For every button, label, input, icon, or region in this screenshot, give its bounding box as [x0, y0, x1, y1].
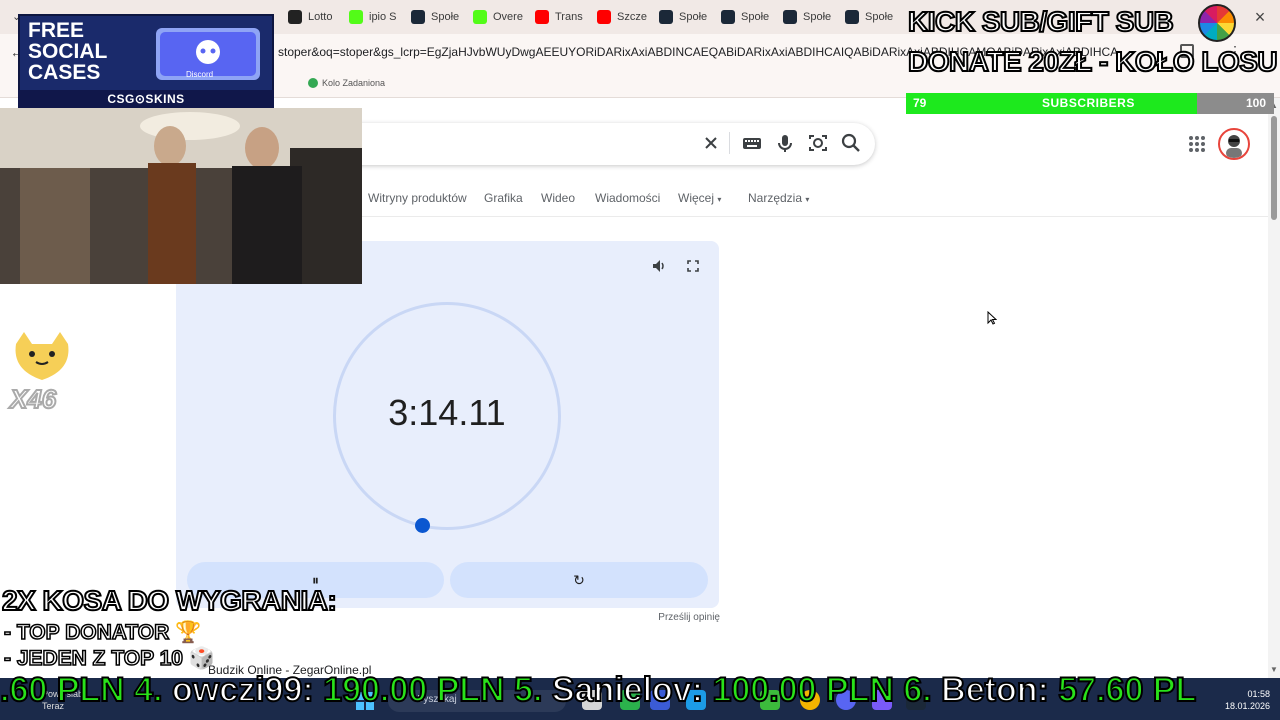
tab-tools[interactable]: Narzędzia ▾ — [748, 191, 809, 205]
ticker-segment: .60 PLN — [0, 671, 135, 710]
tab-label: Overe — [493, 11, 523, 23]
sponsor-discord-label: Discord — [186, 70, 214, 79]
browser-tab[interactable]: Społe — [783, 6, 841, 28]
webcam-overlay — [0, 108, 362, 284]
stopwatch-time: 3:14.11 — [388, 392, 506, 433]
close-tab-icon[interactable]: × — [1250, 7, 1270, 27]
tab-favicon-icon — [411, 10, 425, 24]
tab-favicon-icon — [783, 10, 797, 24]
browser-tab[interactable]: Społe — [411, 6, 469, 28]
account-avatar[interactable] — [1218, 128, 1250, 160]
bookmark-favicon — [308, 78, 318, 88]
browser-tab[interactable]: Overe — [473, 6, 531, 28]
tab-favicon-icon — [659, 10, 673, 24]
subscriber-goal: 100 — [1246, 96, 1267, 110]
cat-counter: X46 — [9, 383, 57, 415]
bookmark-item[interactable]: Kolo Zadaniona — [322, 78, 385, 88]
tab-favicon-icon — [288, 10, 302, 24]
donation-ticker: .60 PLN 4. owczi99: 190.00 PLN 5. Saniel… — [0, 671, 1280, 715]
cat-emote-icon — [10, 330, 74, 384]
ticker-segment: 100.00 PLN — [711, 671, 904, 710]
tab-tools-label: Narzędzia — [748, 191, 803, 205]
voice-search-icon[interactable] — [774, 132, 796, 154]
kick-sub-text: KICK SUB/GIFT SUB — [907, 5, 1175, 38]
tab-label: Społe — [431, 11, 460, 23]
prize-wheel-icon — [1198, 4, 1236, 42]
donate-wheel-text: DONATE 20ZŁ - KOŁO LOSU — [907, 45, 1279, 78]
tab-label: Społe — [741, 11, 770, 23]
ticker-segment: 57.60 PL — [1057, 671, 1197, 710]
browser-tab[interactable]: Społe — [721, 6, 779, 28]
ticker-segment: 4. — [133, 671, 172, 710]
tab-label: Społe — [679, 11, 708, 23]
sponsor-brand: CSG⊙SKINS — [18, 90, 274, 108]
search-divider — [729, 132, 730, 154]
tab-favicon-icon — [721, 10, 735, 24]
ticker-segment: 190.00 PLN — [322, 671, 515, 710]
tab-favicon-icon — [473, 10, 487, 24]
tab-label: Szcze — [617, 11, 647, 23]
tab-label: Lotto — [308, 11, 333, 23]
tab-video[interactable]: Wideo — [541, 191, 575, 205]
sponsor-headline: FREE SOCIAL CASES — [28, 20, 138, 83]
tab-news[interactable]: Wiadomości — [595, 191, 660, 205]
tab-favicon-icon — [535, 10, 549, 24]
search-icon[interactable] — [840, 132, 862, 154]
giveaway-rule-2: - JEDEN Z TOP 10 🎲 — [3, 646, 215, 671]
browser-tab[interactable]: Społe — [845, 6, 903, 28]
reset-button[interactable]: ↻ — [450, 562, 708, 598]
browser-tab[interactable]: Lotto — [288, 6, 346, 28]
chevron-down-icon: ▾ — [805, 195, 810, 204]
chevron-down-icon: ▾ — [717, 195, 722, 204]
mouse-cursor-icon — [987, 310, 998, 325]
tab-label: ipio S — [369, 11, 397, 23]
ticker-segment: Sanielov: — [551, 671, 713, 710]
lens-search-icon[interactable] — [807, 132, 829, 154]
browser-tab[interactable]: Szcze — [597, 6, 655, 28]
sponsor-line-3: CASES — [28, 61, 101, 84]
feedback-link[interactable]: Prześlij opinię — [620, 612, 720, 623]
tab-shopping-sites[interactable]: Witryny produktów — [368, 191, 467, 205]
tab-more[interactable]: Więcej ▾ — [678, 191, 721, 205]
giveaway-headline: 2X KOSA DO WYGRANIA: — [1, 584, 338, 617]
subscriber-count: 79 — [913, 96, 927, 110]
keyboard-icon[interactable] — [741, 132, 763, 154]
sponsor-line-2: SOCIAL — [28, 40, 108, 63]
ticker-segment: 5. — [513, 671, 552, 710]
scrollbar-thumb[interactable] — [1271, 116, 1277, 220]
tab-label: Trans — [555, 11, 583, 23]
tab-images[interactable]: Grafika — [484, 191, 523, 205]
sponsor-line-1: FREE — [28, 19, 85, 42]
tab-favicon-icon — [597, 10, 611, 24]
sound-icon[interactable] — [651, 258, 667, 274]
tab-more-label: Więcej — [678, 191, 715, 205]
ticker-segment: Beton: — [940, 671, 1059, 710]
browser-tab[interactable]: ipio S — [349, 6, 407, 28]
tab-favicon-icon — [349, 10, 363, 24]
fullscreen-icon[interactable] — [685, 258, 701, 274]
tab-label: Społe — [865, 11, 894, 23]
clear-search-icon[interactable] — [700, 132, 722, 154]
ticker-segment: owczi99: — [171, 671, 324, 710]
browser-tab[interactable]: Trans — [535, 6, 593, 28]
subscriber-label: SUBSCRIBERS — [1042, 96, 1135, 110]
giveaway-rule-1: - TOP DONATOR 🏆 — [3, 620, 202, 645]
google-apps-icon[interactable] — [1188, 135, 1206, 153]
tab-label: Społe — [803, 11, 832, 23]
ticker-segment: 6. — [902, 671, 942, 710]
reset-icon: ↻ — [573, 571, 585, 588]
browser-tab[interactable]: Społe — [659, 6, 717, 28]
tab-favicon-icon — [845, 10, 859, 24]
stopwatch-progress-dot — [415, 518, 430, 533]
